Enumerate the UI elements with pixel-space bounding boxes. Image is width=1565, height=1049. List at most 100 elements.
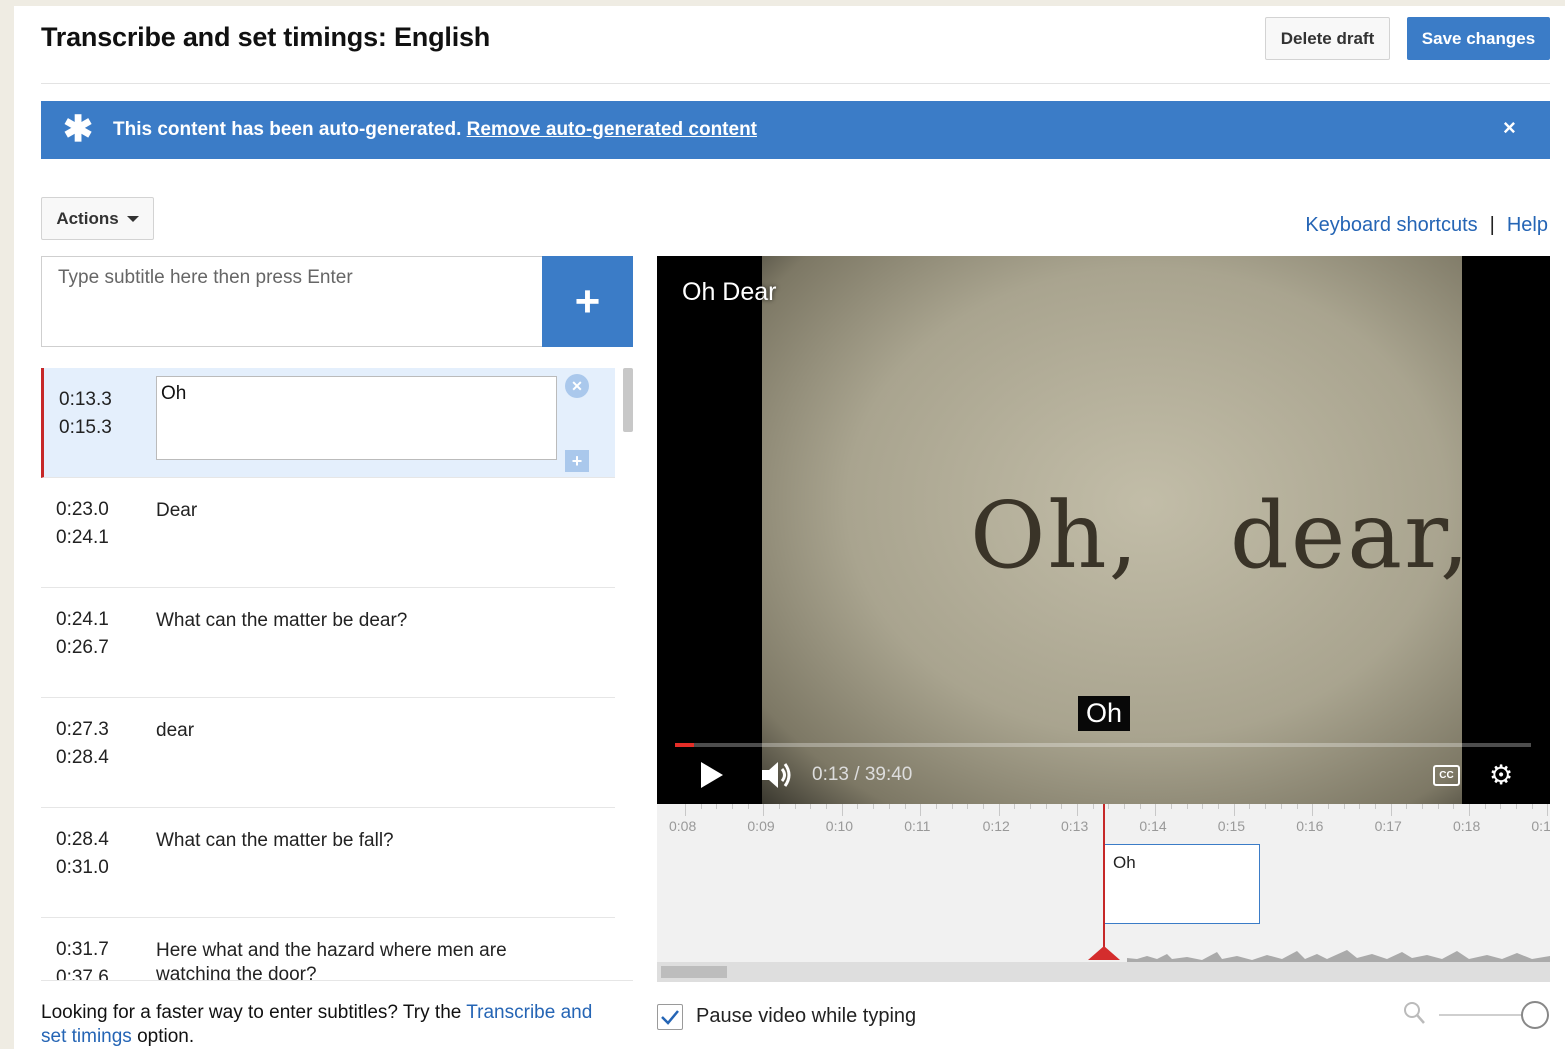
caption-start-time: 0:28.4 bbox=[56, 829, 109, 850]
cc-icon[interactable]: CC bbox=[1433, 765, 1460, 786]
timeline-minor-tick bbox=[1531, 804, 1533, 809]
timeline-scroll-thumb[interactable] bbox=[661, 966, 727, 978]
save-changes-button[interactable]: Save changes bbox=[1407, 17, 1550, 60]
zoom-search-icon bbox=[1403, 1001, 1427, 1032]
help-link[interactable]: Help bbox=[1507, 214, 1548, 236]
timeline-minor-tick bbox=[1516, 804, 1518, 809]
volume-icon[interactable] bbox=[760, 760, 794, 795]
timeline-minor-tick bbox=[794, 804, 796, 809]
caption-text: Here what and the hazard where men are w… bbox=[156, 940, 507, 981]
insert-caption-icon[interactable]: + bbox=[565, 450, 589, 472]
timeline-tick bbox=[920, 804, 922, 816]
caption-edit-field[interactable]: Oh bbox=[156, 376, 557, 460]
video-caption-overlay: Oh bbox=[1078, 696, 1131, 731]
timeline-minor-tick bbox=[1406, 804, 1408, 809]
page-title: Transcribe and set timings: English bbox=[41, 22, 491, 52]
settings-gear-icon[interactable]: ⚙ bbox=[1489, 761, 1513, 789]
play-icon[interactable] bbox=[701, 762, 723, 788]
caption-text: Dear bbox=[156, 500, 198, 521]
timeline-minor-tick bbox=[1061, 804, 1063, 809]
video-frame-text: Oh, dear, bbox=[970, 482, 1471, 589]
timeline-tick bbox=[841, 804, 843, 816]
timeline-minor-tick bbox=[1296, 804, 1298, 809]
timeline-scrollbar[interactable] bbox=[657, 962, 1550, 982]
timeline-minor-tick bbox=[857, 804, 859, 809]
caption-end-time: 0:24.1 bbox=[56, 527, 109, 548]
playhead-marker-icon[interactable] bbox=[1088, 946, 1120, 960]
timeline-minor-tick bbox=[1265, 804, 1267, 809]
delete-draft-button[interactable]: Delete draft bbox=[1265, 17, 1390, 60]
delete-caption-icon[interactable]: ✕ bbox=[565, 374, 589, 398]
caption-end-time[interactable]: 0:15.3 bbox=[59, 417, 112, 439]
timeline-caption-block[interactable]: Oh bbox=[1104, 844, 1260, 924]
timeline-label: 0:08 bbox=[669, 818, 697, 834]
timeline-minor-tick bbox=[873, 804, 875, 809]
timeline-minor-tick bbox=[1014, 804, 1016, 809]
timeline-minor-tick bbox=[747, 804, 749, 809]
timeline-tick bbox=[1155, 804, 1157, 816]
zoom-slider-knob[interactable] bbox=[1521, 1001, 1549, 1029]
timeline-tick bbox=[1469, 804, 1470, 816]
timeline-tick bbox=[1077, 804, 1078, 816]
caption-end-time: 0:31.0 bbox=[56, 857, 109, 878]
add-subtitle-button[interactable]: + bbox=[542, 256, 633, 347]
caption-row[interactable]: 0:28.4 0:31.0 What can the matter be fal… bbox=[41, 808, 615, 918]
timeline-minor-tick bbox=[1045, 804, 1047, 809]
timeline-minor-tick bbox=[888, 804, 890, 809]
timeline-minor-tick bbox=[935, 804, 937, 809]
timeline-minor-tick bbox=[1437, 804, 1439, 809]
timeline-minor-tick bbox=[1139, 804, 1141, 809]
pause-video-checkbox[interactable] bbox=[657, 1004, 683, 1030]
asterisk-icon: ✱ bbox=[63, 108, 94, 149]
actions-dropdown[interactable]: Actions bbox=[41, 197, 154, 240]
frame-word: Oh, bbox=[970, 482, 1140, 589]
caption-row[interactable]: 0:27.3 0:28.4 dear bbox=[41, 698, 615, 808]
timeline-label: 0:17 bbox=[1374, 818, 1402, 834]
subtitle-input[interactable] bbox=[41, 256, 543, 347]
caption-start-time: 0:27.3 bbox=[56, 719, 109, 740]
keyboard-shortcuts-link[interactable]: Keyboard shortcuts bbox=[1305, 214, 1477, 236]
timeline-minor-tick bbox=[982, 804, 984, 809]
timeline-minor-tick bbox=[1171, 804, 1173, 809]
timeline-tick bbox=[1312, 804, 1314, 816]
caption-row-active[interactable]: 0:13.3 0:15.3 Oh ✕ + bbox=[41, 368, 615, 478]
hint-prefix: Looking for a faster way to enter subtit… bbox=[41, 1002, 467, 1023]
video-title: Oh Dear bbox=[682, 278, 777, 306]
timeline-label: 0:18 bbox=[1453, 818, 1481, 834]
video-player[interactable]: Oh, dear, Oh Dear Oh 0:13 / 39:40 CC ⚙ bbox=[657, 256, 1550, 804]
timeline-label: 0:10 bbox=[825, 818, 854, 834]
caption-text: What can the matter be fall? bbox=[156, 830, 394, 851]
caption-list: 0:13.3 0:15.3 Oh ✕ + 0:23.0 0:24.1 Dear … bbox=[41, 368, 615, 981]
timeline-tick bbox=[1233, 804, 1235, 816]
timing-timeline[interactable]: Oh 0:08 0:09 0:10 0:11 0:12 0:13 0:14 0:15 0:16 0… bbox=[657, 804, 1550, 982]
caption-list-scrollbar[interactable] bbox=[623, 368, 633, 432]
timeline-minor-tick bbox=[1029, 804, 1031, 809]
zoom-slider-track[interactable] bbox=[1439, 1014, 1529, 1016]
video-progress-bar[interactable] bbox=[675, 743, 1531, 747]
timeline-label: 0:1 bbox=[1531, 818, 1550, 834]
timeline-minor-tick bbox=[1249, 804, 1251, 809]
actions-label: Actions bbox=[56, 208, 119, 228]
timeline-minor-tick bbox=[826, 804, 828, 809]
timeline-minor-tick bbox=[1421, 804, 1423, 809]
timeline-minor-tick bbox=[1092, 804, 1094, 809]
timeline-minor-tick bbox=[1186, 804, 1188, 809]
caption-row[interactable]: 0:23.0 0:24.1 Dear bbox=[41, 478, 615, 588]
timeline-minor-tick bbox=[904, 804, 906, 809]
caption-start-time: 0:24.1 bbox=[56, 609, 109, 630]
caption-row[interactable]: 0:31.7 0:37.6 Here what and the hazard w… bbox=[41, 918, 615, 981]
caption-start-time[interactable]: 0:13.3 bbox=[59, 389, 112, 411]
timeline-playhead[interactable] bbox=[1103, 804, 1105, 958]
timeline-minor-tick bbox=[1374, 804, 1376, 809]
timeline-minor-tick bbox=[779, 804, 781, 809]
remove-auto-generated-link[interactable]: Remove auto-generated content bbox=[467, 119, 757, 140]
caret-down-icon bbox=[126, 215, 139, 222]
auto-generated-banner: ✱ This content has been auto-generated. … bbox=[41, 101, 1550, 159]
caption-row[interactable]: 0:24.1 0:26.7 What can the matter be dea… bbox=[41, 588, 615, 698]
caption-start-time: 0:23.0 bbox=[56, 499, 109, 520]
timeline-minor-tick bbox=[1327, 804, 1329, 809]
caption-start-time: 0:31.7 bbox=[56, 939, 109, 960]
caption-editor-page: Transcribe and set timings: English Dele… bbox=[14, 6, 1565, 1049]
timeline-label: 0:12 bbox=[982, 818, 1010, 834]
close-icon[interactable]: × bbox=[1503, 115, 1516, 141]
